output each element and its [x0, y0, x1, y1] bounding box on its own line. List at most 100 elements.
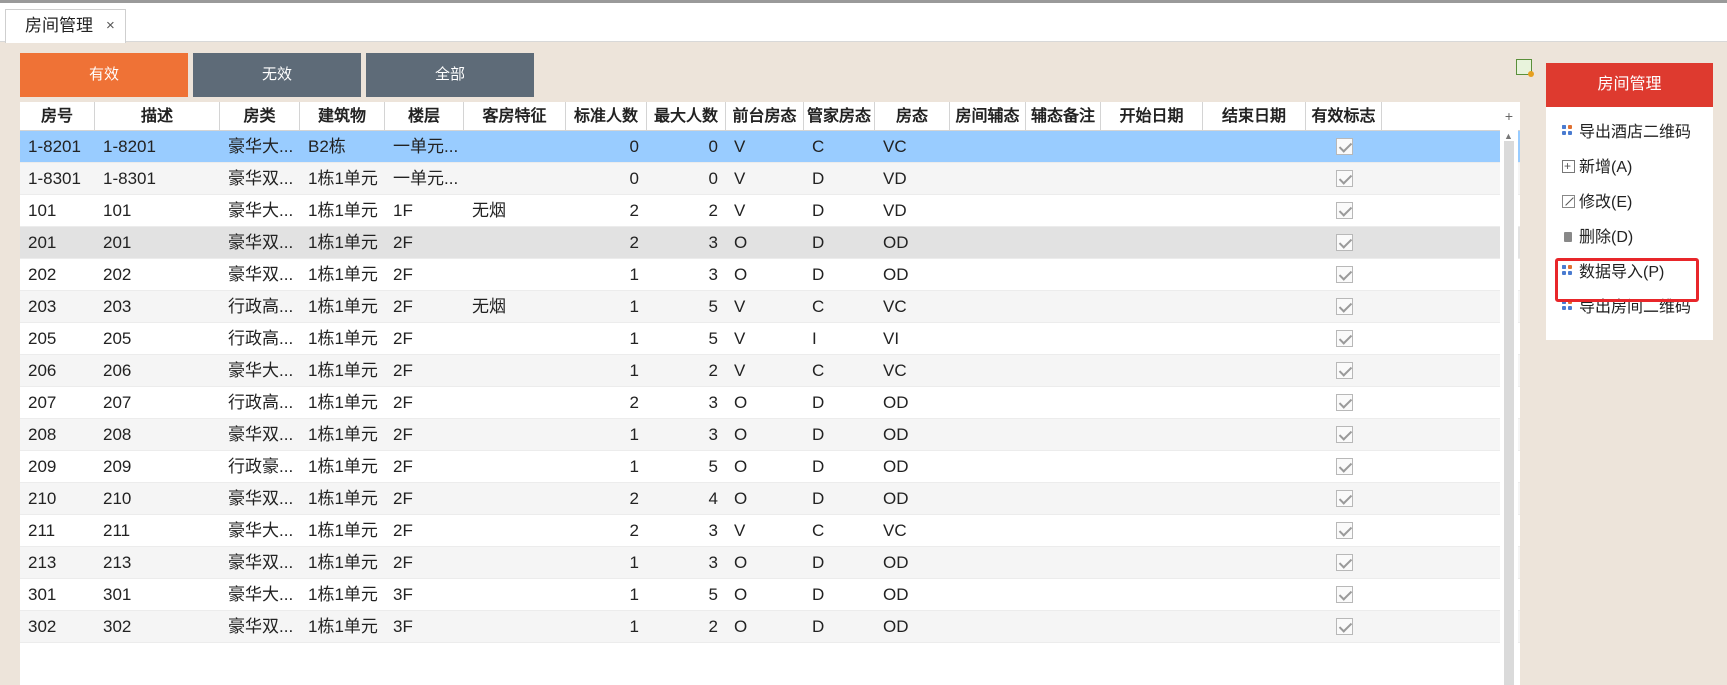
highlight-box: [1555, 258, 1699, 302]
valid-checkbox[interactable]: [1336, 266, 1353, 283]
edit-icon: [1562, 195, 1575, 208]
export-excel-icon[interactable]: [1516, 59, 1534, 77]
menu-item-1[interactable]: 新增(A): [1562, 151, 1633, 183]
cell-room-type: 豪华双...: [228, 265, 294, 284]
header-col-description[interactable]: 描述: [95, 102, 220, 131]
header-col-status[interactable]: 房态: [875, 102, 950, 131]
tab-bar: 房间管理 ×: [0, 3, 1727, 43]
cell-std-persons: 2: [629, 489, 639, 508]
menu-item-0[interactable]: 导出酒店二维码: [1562, 118, 1691, 148]
header-col-room-no[interactable]: 房号: [20, 102, 95, 131]
header-col-feature[interactable]: 客房特征: [464, 102, 566, 131]
cell-std-persons: 1: [629, 617, 639, 636]
cell-max-persons: 2: [708, 361, 718, 380]
header-col-room-type[interactable]: 房类: [220, 102, 300, 131]
cell-building: 1栋1单元: [308, 297, 378, 316]
cell-max-persons: 3: [708, 265, 718, 284]
header-col-max-persons[interactable]: 最大人数: [647, 102, 726, 131]
table-row[interactable]: 207 207 行政高... 1栋1单元 2F 2 3 O D OD: [20, 387, 1520, 419]
vertical-scrollbar[interactable]: ▲: [1500, 131, 1518, 685]
cell-max-persons: 0: [708, 137, 718, 156]
valid-checkbox[interactable]: [1336, 138, 1353, 155]
table-row[interactable]: 213 213 豪华双... 1栋1单元 2F 1 3 O D OD: [20, 547, 1520, 579]
valid-checkbox[interactable]: [1336, 586, 1353, 603]
valid-checkbox[interactable]: [1336, 202, 1353, 219]
close-icon[interactable]: ×: [106, 10, 115, 42]
table-row[interactable]: 202 202 豪华双... 1栋1单元 2F 1 3 O D OD: [20, 259, 1520, 291]
cell-feature: 无烟: [472, 201, 506, 220]
menu-item-label: 导出酒店二维码: [1579, 124, 1692, 141]
table-row[interactable]: 209 209 行政豪... 1栋1单元 2F 1 5 O D OD: [20, 451, 1520, 483]
cell-room-type: 豪华双...: [228, 489, 294, 508]
valid-checkbox[interactable]: [1336, 234, 1353, 251]
cell-std-persons: 1: [629, 553, 639, 572]
table-row[interactable]: 211 211 豪华大... 1栋1单元 2F 2 3 V C VC: [20, 515, 1520, 547]
scrollbar-thumb[interactable]: [1504, 141, 1514, 685]
scroll-up-icon[interactable]: ▲: [1504, 131, 1513, 141]
cell-hk-status: I: [812, 329, 817, 348]
table-row[interactable]: 206 206 豪华大... 1栋1单元 2F 1 2 V C VC: [20, 355, 1520, 387]
table-row[interactable]: 101 101 豪华大... 1栋1单元 1F 无烟 2 2 V D VD: [20, 195, 1520, 227]
cell-floor: 3F: [393, 585, 413, 604]
menu-item-3[interactable]: 删除(D): [1562, 223, 1633, 253]
cell-building: 1栋1单元: [308, 489, 378, 508]
header-col-building[interactable]: 建筑物: [300, 102, 385, 131]
valid-checkbox[interactable]: [1336, 298, 1353, 315]
valid-checkbox[interactable]: [1336, 618, 1353, 635]
header-col-aux-status[interactable]: 房间辅态: [950, 102, 1026, 131]
cell-description: 203: [103, 297, 132, 316]
table-row[interactable]: 208 208 豪华双... 1栋1单元 2F 1 3 O D OD: [20, 419, 1520, 451]
cell-room-type: 豪华双...: [228, 617, 294, 636]
cell-hk-status: C: [812, 137, 825, 156]
valid-checkbox[interactable]: [1336, 330, 1353, 347]
valid-checkbox[interactable]: [1336, 394, 1353, 411]
cell-feature: [464, 579, 566, 611]
cell-description: 205: [103, 329, 132, 348]
cell-max-persons: 3: [708, 393, 718, 412]
filter-invalid-button[interactable]: 无效: [193, 53, 361, 97]
table-row[interactable]: 201 201 豪华双... 1栋1单元 2F 2 3 O D OD: [20, 227, 1520, 259]
table-row[interactable]: 1-8201 1-8201 豪华大... B2栋 一单元... 0 0 V C VC: [20, 131, 1520, 163]
menu-item-label: 新增(A): [1579, 159, 1633, 176]
filter-all-button[interactable]: 全部: [366, 53, 534, 97]
valid-checkbox[interactable]: [1336, 362, 1353, 379]
cell-description: 301: [103, 585, 132, 604]
cell-fd-status: V: [734, 137, 746, 156]
plus-icon: [1562, 151, 1575, 181]
cell-status: VD: [883, 201, 907, 220]
header-col-fd-status[interactable]: 前台房态: [726, 102, 804, 131]
cell-fd-status: O: [734, 457, 748, 476]
table-row[interactable]: 1-8301 1-8301 豪华双... 1栋1单元 一单元... 0 0 V D VD: [20, 163, 1520, 195]
header-col-start-date[interactable]: 开始日期: [1101, 102, 1203, 131]
column-chooser-icon[interactable]: +: [1500, 102, 1518, 131]
header-col-floor[interactable]: 楼层: [385, 102, 464, 131]
valid-checkbox[interactable]: [1336, 554, 1353, 571]
table-row[interactable]: 203 203 行政高... 1栋1单元 2F 无烟 1 5 V C VC: [20, 291, 1520, 323]
cell-fd-status: V: [734, 169, 746, 188]
table-row[interactable]: 210 210 豪华双... 1栋1单元 2F 2 4 O D OD: [20, 483, 1520, 515]
header-col-aux-note[interactable]: 辅态备注: [1026, 102, 1101, 131]
cell-room-type: 豪华双...: [228, 233, 294, 252]
cell-std-persons: 1: [629, 297, 639, 316]
valid-checkbox[interactable]: [1336, 170, 1353, 187]
header-col-valid-flag[interactable]: 有效标志: [1306, 102, 1382, 131]
cell-room-type: 豪华大...: [228, 585, 294, 604]
valid-checkbox[interactable]: [1336, 458, 1353, 475]
cell-building: 1栋1单元: [308, 233, 378, 252]
cell-building: 1栋1单元: [308, 201, 378, 220]
table-row[interactable]: 301 301 豪华大... 1栋1单元 3F 1 5 O D OD: [20, 579, 1520, 611]
tab-room-management[interactable]: 房间管理 ×: [5, 9, 126, 43]
menu-item-2[interactable]: 修改(E): [1562, 188, 1632, 218]
table-row[interactable]: 302 302 豪华双... 1栋1单元 3F 1 2 O D OD: [20, 611, 1520, 643]
valid-checkbox[interactable]: [1336, 522, 1353, 539]
header-col-std-persons[interactable]: 标准人数: [566, 102, 647, 131]
valid-checkbox[interactable]: [1336, 490, 1353, 507]
valid-checkbox[interactable]: [1336, 426, 1353, 443]
cell-floor: 2F: [393, 393, 413, 412]
header-col-hk-status[interactable]: 管家房态: [804, 102, 875, 131]
cell-floor: 2F: [393, 521, 413, 540]
table-row[interactable]: 205 205 行政高... 1栋1单元 2F 1 5 V I VI: [20, 323, 1520, 355]
qr-icon: [1562, 125, 1575, 138]
header-col-end-date[interactable]: 结束日期: [1203, 102, 1306, 131]
filter-valid-button[interactable]: 有效: [20, 53, 188, 97]
